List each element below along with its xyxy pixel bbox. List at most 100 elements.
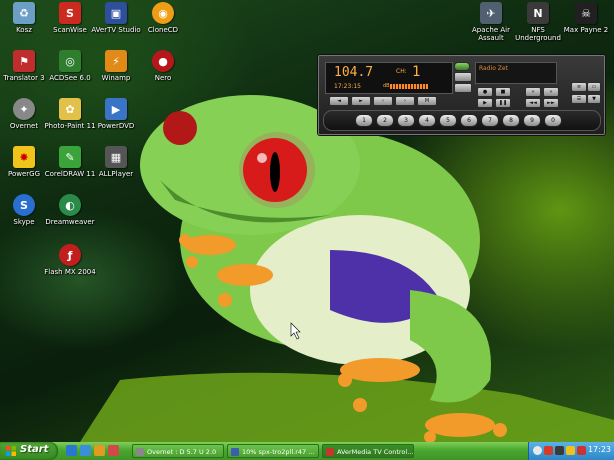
preset-button-6[interactable]: 6 [460, 114, 478, 127]
windows-logo-icon [6, 446, 16, 456]
desktop-icon-label: Winamp [101, 74, 131, 82]
tune-up-button[interactable]: › [395, 96, 415, 106]
desktop-icon-allplayer[interactable]: ▦ ALLPlayer [90, 146, 142, 178]
fast-forward-button[interactable]: ►► [543, 98, 559, 108]
memory-button[interactable]: M [417, 96, 437, 106]
media-player-icon[interactable] [94, 445, 105, 456]
clonecd-icon: ◉ [152, 2, 174, 24]
desktop-icon-label: PowerGG [7, 170, 40, 178]
desktop-icon-powergg[interactable]: ✸ PowerGG [0, 146, 50, 178]
list-button[interactable]: ☰ [571, 94, 587, 104]
record-button[interactable]: ● [477, 87, 493, 97]
taskbar-task-avermedia[interactable]: AVerMedia TV Control... [322, 444, 414, 458]
prev-button[interactable]: « [525, 87, 541, 97]
tune-down-button[interactable]: ‹ [373, 96, 393, 106]
desktop-icon-label: ALLPlayer [98, 170, 134, 178]
desktop-icon-kosz[interactable]: ♻ Kosz [0, 2, 50, 34]
desktop-icon-flash-mx[interactable]: ƒ Flash MX 2004 [44, 244, 96, 276]
desktop-icon-label: PowerDVD [97, 122, 135, 130]
close-button[interactable]: ▼ [587, 94, 601, 104]
desktop-icon-label: Max Payne 2 [563, 26, 609, 34]
quick-launch-app-icon[interactable] [108, 445, 119, 456]
desktop-icon-apache-air-assault[interactable]: ✈ Apache Air Assault [465, 2, 517, 42]
next-button[interactable]: » [543, 87, 559, 97]
desktop-icon-photo-paint[interactable]: ✿ Photo-Paint 11 [44, 98, 96, 130]
desktop-icon-clonecd[interactable]: ◉ CloneCD [137, 2, 189, 34]
radio-clock: 17:23:15 [334, 83, 361, 90]
winamp-icon: ⚡ [105, 50, 127, 72]
desktop-icon-nero[interactable]: ● Nero [137, 50, 189, 82]
coreldraw-icon: ✎ [59, 146, 81, 168]
acdsee-icon: ◎ [59, 50, 81, 72]
start-button[interactable]: Start [0, 442, 58, 460]
taskbar-task-download[interactable]: 10% spx-tro2pll.r47 ... [227, 444, 319, 458]
system-tray: 17:23 [528, 442, 614, 460]
preset-button-2[interactable]: 2 [376, 114, 394, 127]
seek-forward-button[interactable]: ► [351, 96, 371, 106]
desktop-icon-label: Kosz [16, 26, 32, 34]
desktop-icon-acdsee[interactable]: ◎ ACDSee 6.0 [44, 50, 96, 82]
seek-back-button[interactable]: ◄ [329, 96, 349, 106]
volume-meter[interactable] [390, 84, 429, 89]
desktop-icon-dreamweaver[interactable]: ◐ Dreamweaver [44, 194, 96, 226]
translator-icon: ⚑ [13, 50, 35, 72]
pause-button[interactable]: ❚❚ [495, 98, 511, 108]
task-label: 10% spx-tro2pll.r47 ... [242, 448, 315, 456]
tray-alert-icon[interactable] [577, 446, 586, 455]
desktop-icon-label: Nero [154, 74, 172, 82]
desktop-icon-label: CloneCD [147, 26, 179, 34]
rewind-button[interactable]: ◄◄ [525, 98, 541, 108]
desktop-icon-overnet[interactable]: ✦ Overnet [0, 98, 50, 130]
desktop-icon-nfs-underground[interactable]: N NFS Underground [512, 2, 564, 42]
taskbar-task-overnet[interactable]: Overnet : D 5.7 U 2.0 [132, 444, 224, 458]
show-desktop-icon[interactable] [80, 445, 91, 456]
avermedia-icon [326, 448, 334, 456]
taskbar-clock[interactable]: 17:23 [588, 445, 611, 454]
desktop-icon-avertv[interactable]: ▣ AVerTV Studio [90, 2, 142, 34]
network-icon[interactable] [533, 446, 542, 455]
minimize-button[interactable]: ▭ [587, 82, 601, 92]
dreamweaver-icon: ◐ [59, 194, 81, 216]
preset-button-4[interactable]: 4 [418, 114, 436, 127]
max-payne-icon: ☠ [575, 2, 597, 24]
preset-button-3[interactable]: 3 [397, 114, 415, 127]
antivirus-icon[interactable] [544, 446, 553, 455]
photo-paint-icon: ✿ [59, 98, 81, 120]
avermedia-radio-panel[interactable]: 104.7 CH: 1 17:23:15 dB Radio Zet ◄ ► ‹ … [318, 55, 605, 135]
desktop-icon-label: AVerTV Studio [91, 26, 141, 34]
download-icon [231, 448, 239, 456]
internet-explorer-icon[interactable] [66, 445, 77, 456]
scan-button[interactable] [454, 72, 472, 82]
desktop-icon-coreldraw[interactable]: ✎ CorelDRAW 11 [44, 146, 96, 178]
volume-icon[interactable] [566, 446, 575, 455]
tray-app-icon[interactable] [555, 446, 564, 455]
menu-button[interactable]: ≡ [571, 82, 587, 92]
desktop-icon-winamp[interactable]: ⚡ Winamp [90, 50, 142, 82]
desktop-icon-powerdvd[interactable]: ▶ PowerDVD [90, 98, 142, 130]
mute-button[interactable] [454, 83, 472, 93]
desktop-icon-label: Flash MX 2004 [44, 268, 96, 276]
nfs-underground-icon: N [527, 2, 549, 24]
task-label: AVerMedia TV Control... [337, 448, 414, 456]
power-button[interactable] [454, 62, 470, 71]
allplayer-icon: ▦ [105, 146, 127, 168]
stop-button[interactable]: ■ [495, 87, 511, 97]
preset-button-0[interactable]: 0 [544, 114, 562, 127]
desktop-icon-translator[interactable]: ⚑ Translator 3 [0, 50, 50, 82]
desktop-icon-label: Dreamweaver [45, 218, 95, 226]
preset-button-7[interactable]: 7 [481, 114, 499, 127]
desktop-icon-label: CorelDRAW 11 [44, 170, 96, 178]
channel-number: 1 [412, 64, 421, 80]
preset-button-9[interactable]: 9 [523, 114, 541, 127]
preset-button-8[interactable]: 8 [502, 114, 520, 127]
desktop-icon-skype[interactable]: S Skype [0, 194, 50, 226]
play-button[interactable]: ▶ [477, 98, 493, 108]
desktop-icon-label: ACDSee 6.0 [49, 74, 91, 82]
station-name-display: Radio Zet [475, 62, 557, 84]
nero-icon: ● [152, 50, 174, 72]
preset-button-5[interactable]: 5 [439, 114, 457, 127]
desktop-icon-max-payne-2[interactable]: ☠ Max Payne 2 [560, 2, 612, 34]
desktop-icon-scanwise[interactable]: S ScanWise [44, 2, 96, 34]
radio-display: 104.7 CH: 1 17:23:15 dB [325, 62, 453, 94]
preset-button-1[interactable]: 1 [355, 114, 373, 127]
